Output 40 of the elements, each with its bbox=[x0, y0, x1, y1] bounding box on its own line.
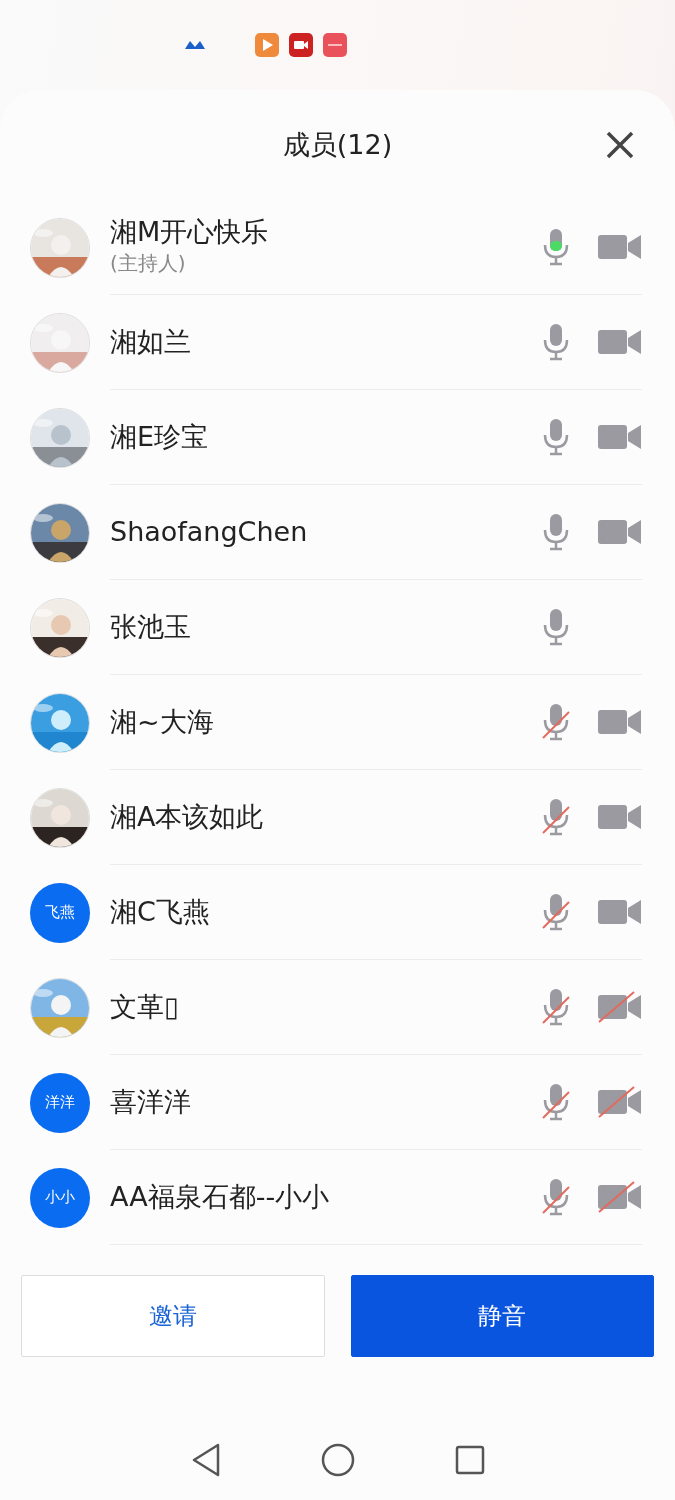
close-icon[interactable] bbox=[605, 130, 635, 160]
invite-button[interactable]: 邀请 bbox=[21, 1275, 325, 1357]
microphone-icon[interactable] bbox=[541, 512, 571, 552]
play-app-icon bbox=[255, 33, 279, 57]
member-name: 文革▯ bbox=[110, 990, 180, 1024]
app-icon bbox=[185, 39, 205, 51]
mute-all-button[interactable]: 静音 bbox=[350, 1275, 654, 1357]
avatar: 小小 bbox=[30, 1167, 90, 1228]
microphone-icon[interactable] bbox=[541, 417, 571, 457]
back-icon[interactable] bbox=[190, 1443, 221, 1477]
member-name: 湘E珍宝 bbox=[110, 420, 210, 454]
member-name: 湘A本该如此 bbox=[110, 800, 265, 834]
camera-off-icon[interactable] bbox=[597, 1181, 642, 1213]
app-icon bbox=[323, 33, 347, 57]
recents-icon[interactable] bbox=[454, 1445, 485, 1475]
member-name: 张池玉 bbox=[110, 610, 192, 644]
member-name: AA福泉石都--小小 bbox=[110, 1180, 331, 1214]
avatar: 洋洋 bbox=[30, 1072, 90, 1133]
role-label: (主持人) bbox=[110, 250, 187, 278]
member-name: ShaofangChen bbox=[110, 515, 309, 549]
member-name: 喜洋洋 bbox=[110, 1085, 192, 1119]
member-name: 湘C飞燕 bbox=[110, 895, 211, 929]
camera-off-icon[interactable] bbox=[597, 991, 642, 1023]
muted-microphone-icon[interactable] bbox=[541, 797, 571, 837]
panel-title: 成员(12) bbox=[282, 127, 393, 162]
microphone-icon[interactable] bbox=[541, 227, 571, 267]
home-icon[interactable] bbox=[320, 1443, 355, 1477]
video-app-icon bbox=[289, 33, 313, 57]
muted-microphone-icon[interactable] bbox=[541, 1177, 571, 1217]
muted-microphone-icon[interactable] bbox=[541, 702, 571, 742]
microphone-icon[interactable] bbox=[541, 322, 571, 362]
member-name: 湘~大海 bbox=[110, 705, 215, 739]
member-name: 湘如兰 bbox=[110, 325, 192, 359]
member-name: 湘M开心快乐 bbox=[110, 215, 270, 249]
muted-microphone-icon[interactable] bbox=[541, 892, 571, 932]
camera-off-icon[interactable] bbox=[597, 1086, 642, 1118]
muted-microphone-icon[interactable] bbox=[541, 987, 571, 1027]
avatar: 飞燕 bbox=[30, 882, 90, 943]
microphone-icon[interactable] bbox=[541, 607, 571, 647]
muted-microphone-icon[interactable] bbox=[541, 1082, 571, 1122]
